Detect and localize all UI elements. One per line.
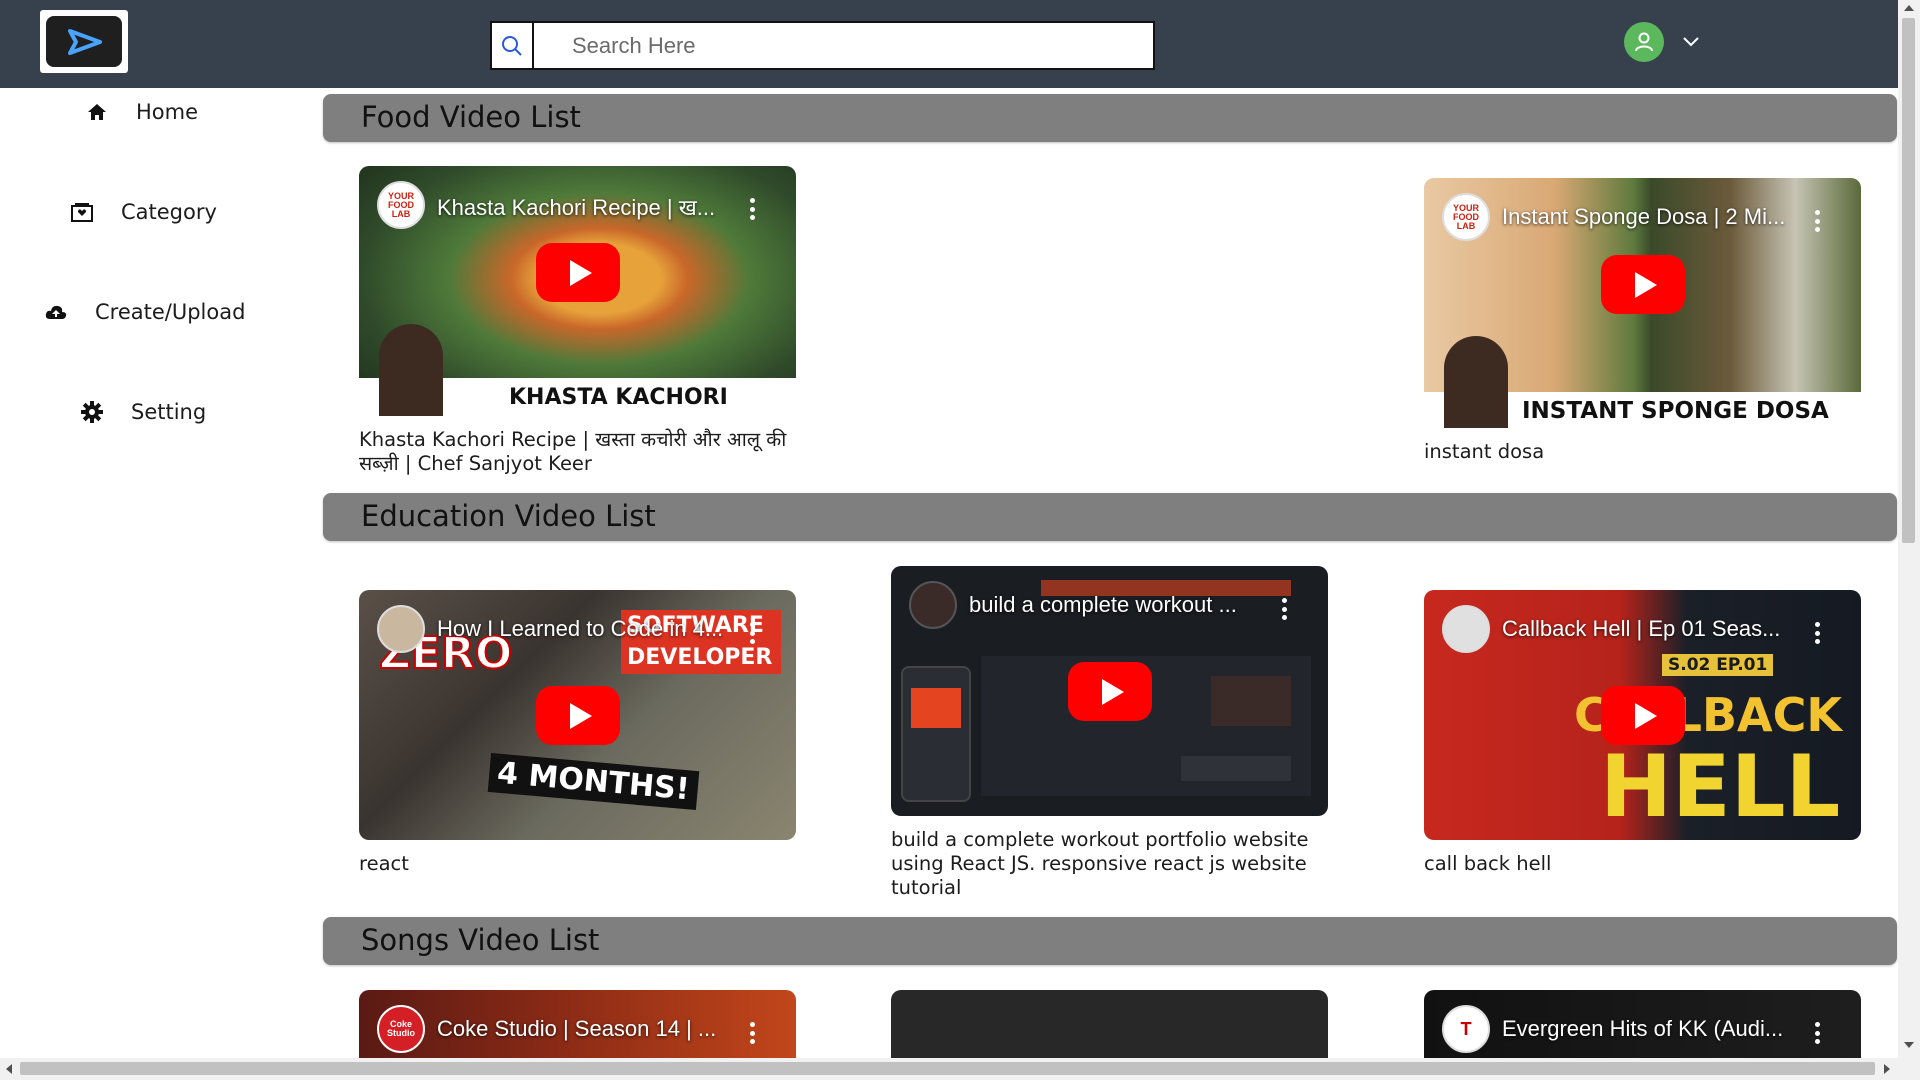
gear-icon <box>81 401 103 423</box>
thumbnail-overlay-text: HELL <box>1600 737 1841 837</box>
sidebar-item-setting[interactable]: Setting <box>81 400 206 424</box>
thumbnail-overlay-text: 4 MONTHS! <box>487 752 699 811</box>
video-thumb-title[interactable]: Callback Hell | Ep 01 Seas... <box>1502 616 1780 642</box>
section-header-food: Food Video List <box>323 94 1897 142</box>
play-button-icon[interactable] <box>1600 255 1685 314</box>
search-bar <box>490 21 1155 70</box>
user-avatar[interactable] <box>1624 22 1664 62</box>
video-caption: call back hell <box>1424 852 1552 875</box>
video-thumbnail[interactable]: INSTANT SPONGE DOSA YOUR FOOD LAB Instan… <box>1424 178 1861 428</box>
more-options-icon[interactable] <box>1815 1022 1821 1044</box>
sidebar-item-label: Home <box>136 100 199 124</box>
video-card[interactable]: T Evergreen Hits of KK (Audi... <box>1424 990 1861 1058</box>
channel-avatar[interactable]: YOUR FOOD LAB <box>377 181 425 229</box>
top-header <box>0 0 1898 88</box>
video-thumb-title[interactable]: Evergreen Hits of KK (Audi... <box>1502 1016 1783 1042</box>
user-icon <box>1635 32 1653 52</box>
more-options-icon[interactable] <box>750 622 756 644</box>
video-thumbnail[interactable]: KHASTA KACHORI YOUR FOOD LAB Khasta Kach… <box>359 166 796 416</box>
chef-image <box>1444 336 1508 428</box>
video-card[interactable]: KHASTA KACHORI YOUR FOOD LAB Khasta Kach… <box>359 166 796 476</box>
play-button-icon[interactable] <box>535 686 620 745</box>
video-thumbnail[interactable]: T Evergreen Hits of KK (Audi... <box>1424 990 1861 1058</box>
channel-avatar[interactable] <box>377 605 425 653</box>
video-caption: build a complete workout portfolio websi… <box>891 828 1309 899</box>
phone-mockup <box>901 666 971 802</box>
video-card[interactable]: build a complete workout ... build a com… <box>891 566 1328 900</box>
channel-avatar[interactable] <box>909 581 957 629</box>
horizontal-scrollbar[interactable] <box>0 1058 1898 1080</box>
more-options-icon[interactable] <box>750 198 756 220</box>
play-logo-icon <box>46 16 122 67</box>
channel-avatar[interactable] <box>1442 605 1490 653</box>
video-card[interactable]: ZERO SOFTWARE DEVELOPER 4 MONTHS! How I … <box>359 590 796 876</box>
video-thumb-title[interactable]: How I Learned to Code in 4... <box>437 616 723 642</box>
section-header-education: Education Video List <box>323 493 1897 541</box>
scroll-up-icon[interactable] <box>1904 5 1914 11</box>
sidebar-item-category[interactable]: Category <box>71 200 217 224</box>
video-thumbnail[interactable]: ZERO SOFTWARE DEVELOPER 4 MONTHS! How I … <box>359 590 796 840</box>
sidebar-item-label: Category <box>121 200 217 224</box>
section-title: Education Video List <box>361 499 656 533</box>
video-thumbnail[interactable]: Coke Studio Coke Studio | Season 14 | ..… <box>359 990 796 1058</box>
more-options-icon[interactable] <box>1815 210 1821 232</box>
cloud-upload-icon <box>45 301 67 323</box>
sidebar-item-label: Create/Upload <box>95 300 246 324</box>
sidebar-item-home[interactable]: Home <box>86 100 198 124</box>
more-options-icon[interactable] <box>1815 622 1821 644</box>
scroll-left-icon[interactable] <box>6 1064 12 1074</box>
channel-avatar[interactable]: YOUR FOOD LAB <box>1442 193 1490 241</box>
channel-avatar[interactable]: Coke Studio <box>377 1005 425 1053</box>
app-logo[interactable] <box>40 10 128 73</box>
search-input[interactable] <box>534 23 1153 68</box>
channel-avatar[interactable]: T <box>1442 1005 1490 1053</box>
more-options-icon[interactable] <box>1282 598 1288 620</box>
play-button-icon[interactable] <box>1600 686 1685 745</box>
video-thumb-title[interactable]: Instant Sponge Dosa | 2 Mi... <box>1502 204 1785 230</box>
home-icon <box>86 101 108 123</box>
section-title: Food Video List <box>361 100 581 134</box>
video-card[interactable]: INSTANT SPONGE DOSA YOUR FOOD LAB Instan… <box>1424 178 1861 464</box>
video-thumbnail[interactable]: S.02 EP.01 CALLBACK HELL Callback Hell |… <box>1424 590 1861 840</box>
horizontal-scroll-thumb[interactable] <box>20 1062 1875 1075</box>
video-thumbnail[interactable] <box>891 990 1328 1058</box>
vertical-scrollbar[interactable] <box>1898 0 1920 1080</box>
video-caption: react <box>359 852 409 875</box>
search-button[interactable] <box>492 23 534 68</box>
video-card[interactable]: Coke Studio Coke Studio | Season 14 | ..… <box>359 990 796 1058</box>
section-header-songs: Songs Video List <box>323 917 1897 965</box>
search-icon <box>502 35 522 56</box>
sidebar-item-label: Setting <box>131 400 207 424</box>
scroll-right-icon[interactable] <box>1884 1064 1890 1074</box>
video-caption: Khasta Kachori Recipe | खस्ता कचोरी और आ… <box>359 428 787 475</box>
thumbnail-overlay-text: INSTANT SPONGE DOSA <box>1522 398 1829 424</box>
video-card[interactable]: S.02 EP.01 CALLBACK HELL Callback Hell |… <box>1424 590 1861 876</box>
video-caption: instant dosa <box>1424 440 1545 463</box>
play-button-icon[interactable] <box>535 243 620 302</box>
video-card[interactable] <box>891 990 1328 1058</box>
thumbnail-overlay-text: KHASTA KACHORI <box>509 385 728 410</box>
more-options-icon[interactable] <box>750 1022 756 1044</box>
section-title: Songs Video List <box>361 923 600 957</box>
thumbnail-overlay-text: S.02 EP.01 <box>1662 654 1774 676</box>
sidebar-item-create-upload[interactable]: Create/Upload <box>45 300 245 324</box>
category-icon <box>71 201 93 223</box>
video-thumbnail[interactable]: build a complete workout ... <box>891 566 1328 816</box>
play-button-icon[interactable] <box>1067 662 1152 721</box>
video-thumb-title[interactable]: Khasta Kachori Recipe | ख... <box>437 192 715 222</box>
video-thumb-title[interactable]: Coke Studio | Season 14 | ... <box>437 1016 716 1042</box>
chef-image <box>379 324 443 416</box>
scroll-down-icon[interactable] <box>1904 1042 1914 1048</box>
video-thumb-title[interactable]: build a complete workout ... <box>969 592 1237 618</box>
vertical-scroll-thumb[interactable] <box>1902 18 1915 543</box>
chevron-down-icon[interactable] <box>1679 30 1703 54</box>
